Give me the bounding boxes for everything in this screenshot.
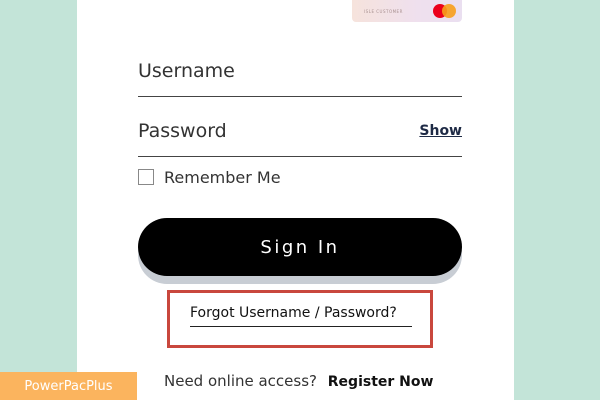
forgot-credentials-link[interactable]: Forgot Username / Password? bbox=[190, 305, 412, 327]
card-preview-text: ISLE CUSTOMER bbox=[364, 9, 403, 14]
sign-in-button[interactable]: Sign In bbox=[138, 218, 462, 276]
remember-me-label: Remember Me bbox=[164, 168, 281, 187]
watermark-text: PowerPacPlus bbox=[24, 378, 113, 394]
access-prompt-text: Need online access? bbox=[164, 372, 317, 390]
online-access-row: Need online access? Register Now bbox=[164, 372, 433, 390]
card-preview-image: ISLE CUSTOMER bbox=[352, 0, 462, 22]
password-placeholder: Password bbox=[138, 120, 227, 142]
username-placeholder: Username bbox=[138, 60, 235, 82]
highlight-box: Forgot Username / Password? bbox=[167, 290, 433, 348]
username-field[interactable]: Username bbox=[138, 60, 462, 97]
register-now-link[interactable]: Register Now bbox=[328, 374, 434, 390]
show-password-link[interactable]: Show bbox=[419, 123, 462, 139]
remember-me-checkbox[interactable] bbox=[138, 169, 154, 185]
mastercard-logo-icon bbox=[433, 4, 459, 18]
password-field[interactable]: Password Show bbox=[138, 120, 462, 157]
watermark-badge: PowerPacPlus bbox=[0, 372, 137, 400]
